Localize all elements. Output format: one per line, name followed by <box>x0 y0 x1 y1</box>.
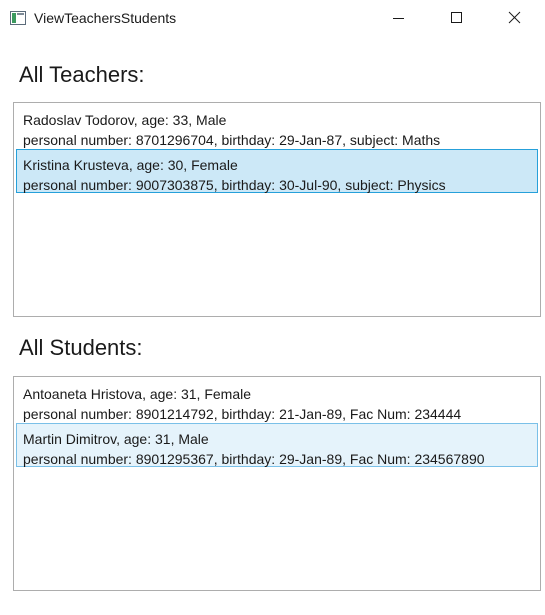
student-summary: Martin Dimitrov, age: 31, Male <box>23 431 209 447</box>
close-button[interactable] <box>486 0 544 36</box>
students-heading: All Students: <box>19 335 143 360</box>
title-bar[interactable]: ViewTeachersStudents <box>0 0 545 36</box>
app-window-icon <box>10 11 26 25</box>
window-title: ViewTeachersStudents <box>34 10 177 26</box>
teachers-listbox[interactable]: Radoslav Todorov, age: 33, Male personal… <box>13 102 541 317</box>
students-listbox[interactable]: Antoaneta Hristova, age: 31, Female pers… <box>13 376 541 591</box>
teacher-list-item-selected[interactable]: Kristina Krusteva, age: 30, Female perso… <box>16 149 538 193</box>
student-details: personal number: 8901295367, birthday: 2… <box>23 451 485 467</box>
teachers-heading: All Teachers: <box>19 62 145 87</box>
maximize-icon <box>451 12 462 23</box>
maximize-button[interactable] <box>428 0 486 36</box>
teacher-details: personal number: 8701296704, birthday: 2… <box>23 132 441 148</box>
teacher-details: personal number: 9007303875, birthday: 3… <box>23 177 446 193</box>
close-icon <box>508 11 521 24</box>
teacher-list-item[interactable]: Radoslav Todorov, age: 33, Male personal… <box>16 105 538 149</box>
teacher-summary: Kristina Krusteva, age: 30, Female <box>23 157 238 173</box>
minimize-button[interactable] <box>370 0 428 36</box>
student-summary: Antoaneta Hristova, age: 31, Female <box>23 386 252 402</box>
minimize-icon <box>393 18 404 19</box>
teacher-summary: Radoslav Todorov, age: 33, Male <box>23 112 227 128</box>
student-list-item-selected[interactable]: Martin Dimitrov, age: 31, Male personal … <box>16 423 538 467</box>
student-details: personal number: 8901214792, birthday: 2… <box>23 406 462 422</box>
student-list-item[interactable]: Antoaneta Hristova, age: 31, Female pers… <box>16 379 538 423</box>
